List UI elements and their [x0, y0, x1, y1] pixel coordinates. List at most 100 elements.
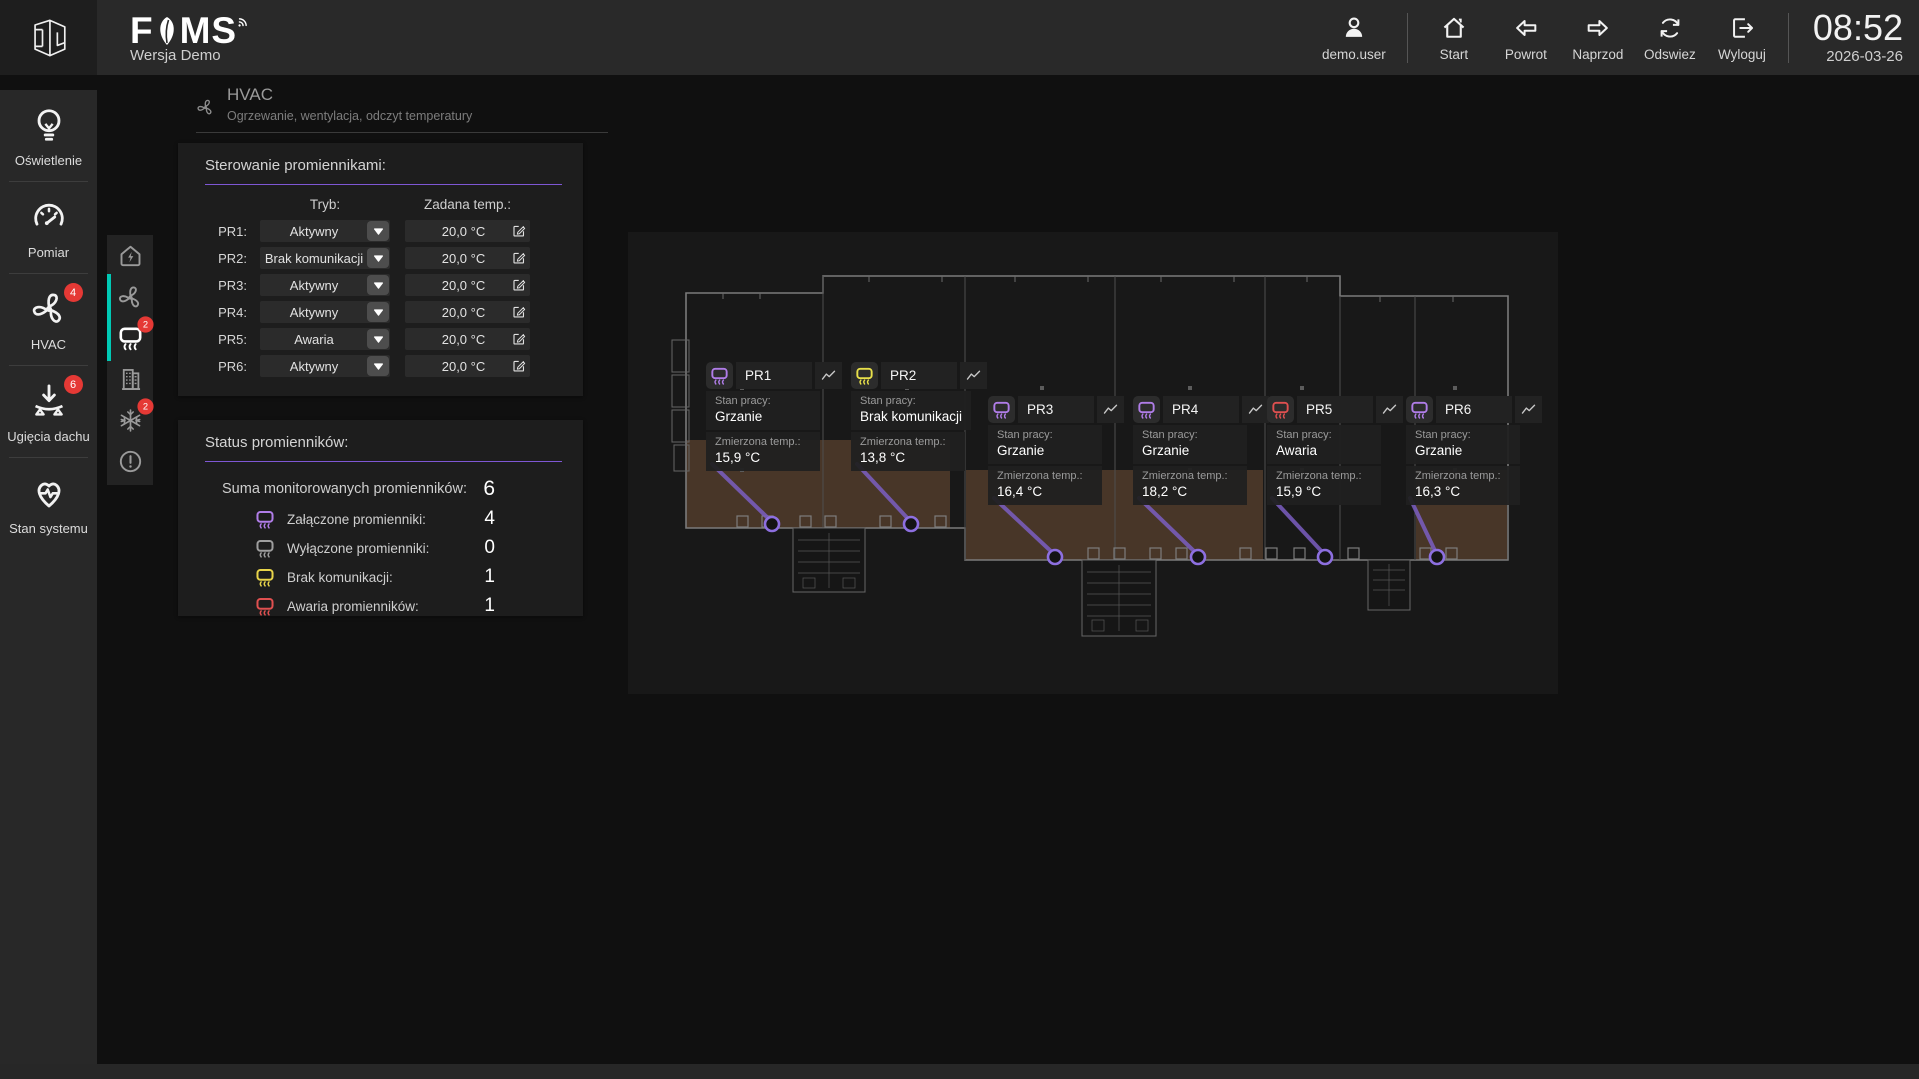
heater-icon: [254, 538, 276, 559]
temp-label: Zmierzona temp.:: [715, 436, 811, 448]
sidebar-item-oswietlenie[interactable]: Oświetlenie: [0, 90, 97, 181]
lightbulb-icon: [30, 106, 68, 144]
trend-chart-icon[interactable]: [1376, 396, 1403, 423]
edit-icon[interactable]: [508, 277, 530, 293]
nav-refresh-button[interactable]: Odswiez: [1634, 14, 1706, 62]
rail-item-building[interactable]: [107, 359, 153, 399]
arrow-left-icon: [1512, 14, 1540, 42]
mode-select-pr1[interactable]: Aktywny: [260, 220, 390, 242]
sidebar-item-hvac[interactable]: 4 HVAC: [0, 274, 97, 365]
sidebar-item-stan-systemu[interactable]: Stan systemu: [0, 458, 97, 549]
nav-start-button[interactable]: Start: [1418, 14, 1490, 62]
edit-icon[interactable]: [508, 358, 530, 374]
rail-item-cooling[interactable]: 2: [107, 400, 153, 440]
state-row: Stan pracy: Grzanie: [1133, 425, 1247, 464]
rail-item-energy[interactable]: [107, 236, 153, 276]
state-label: Stan pracy:: [1142, 429, 1238, 441]
mode-select-pr5[interactable]: Awaria: [260, 328, 390, 350]
heater-control-table: Tryb: Zadana temp.: PR1: Aktywny 20,0 °C…: [200, 197, 583, 377]
edit-icon[interactable]: [508, 223, 530, 239]
nav-logout-button[interactable]: Wyloguj: [1706, 14, 1778, 62]
panel-title-rule: [205, 461, 562, 462]
logout-icon: [1728, 14, 1756, 42]
nav-forward-button[interactable]: Naprzod: [1562, 14, 1634, 62]
sidebar-item-label: Pomiar: [28, 245, 69, 260]
chevron-down-icon[interactable]: [367, 356, 389, 376]
heater-id: PR3: [1018, 396, 1094, 423]
chevron-down-icon[interactable]: [367, 329, 389, 349]
active-section-indicator: [107, 274, 111, 361]
row-label-pr4: PR4:: [200, 305, 260, 320]
chevron-down-icon[interactable]: [367, 221, 389, 241]
state-label: Stan pracy:: [860, 395, 962, 407]
panel-title-rule: [205, 184, 562, 185]
rail-item-alarms[interactable]: [107, 441, 153, 481]
temp-row: Zmierzona temp.: 16,3 °C: [1406, 466, 1520, 505]
trend-chart-icon[interactable]: [1515, 396, 1542, 423]
user-menu[interactable]: demo.user: [1311, 14, 1397, 62]
app-logo-box[interactable]: [0, 0, 97, 75]
temp-value: 16,4 °C: [997, 484, 1093, 499]
setpoint-field-pr1[interactable]: 20,0 °C: [405, 220, 530, 242]
setpoint-field-pr2[interactable]: 20,0 °C: [405, 247, 530, 269]
setpoint-field-pr3[interactable]: 20,0 °C: [405, 274, 530, 296]
heater-control-panel: Sterowanie promiennikami: Tryb: Zadana t…: [178, 143, 583, 396]
chevron-down-icon[interactable]: [367, 275, 389, 295]
temp-value: 18,2 °C: [1142, 484, 1238, 499]
temp-value: 13,8 °C: [860, 450, 956, 465]
state-row: Stan pracy: Grzanie: [1406, 425, 1520, 464]
status-row-label: Załączone promienniki:: [287, 512, 426, 527]
temp-value: 16,3 °C: [1415, 484, 1511, 499]
heater-icon: [254, 567, 276, 588]
heater-id: PR5: [1297, 396, 1373, 423]
mode-select-pr3[interactable]: Aktywny: [260, 274, 390, 296]
sidebar-item-pomiar[interactable]: Pomiar: [0, 182, 97, 273]
rail-item-ventilation[interactable]: [107, 277, 153, 317]
mode-select-pr2[interactable]: Brak komunikacji: [260, 247, 390, 269]
brand: F MS Wersja Demo: [130, 11, 251, 64]
header-rule: [196, 132, 608, 133]
roof-deflection-icon: [30, 382, 68, 420]
edit-icon[interactable]: [508, 331, 530, 347]
row-label-pr3: PR3:: [200, 278, 260, 293]
edit-icon[interactable]: [508, 250, 530, 266]
status-total-label: Suma monitorowanych promienników:: [222, 481, 467, 497]
heater-id: PR4: [1163, 396, 1239, 423]
trend-chart-icon[interactable]: [815, 362, 842, 389]
horizontal-scrollbar[interactable]: [0, 1064, 1919, 1079]
status-row-label: Awaria promienników:: [287, 599, 419, 614]
heater-card-pr4: PR4 Stan pracy: Grzanie Zmierzona temp.:…: [1133, 396, 1269, 505]
rail-item-heaters[interactable]: 2: [107, 318, 153, 358]
trend-chart-icon[interactable]: [1242, 396, 1269, 423]
sidebar-item-ugiecia-dachu[interactable]: 6 Ugięcia dachu: [0, 366, 97, 457]
page-header: HVAC Ogrzewanie, wentylacja, odczyt temp…: [196, 85, 608, 133]
column-header-mode: Tryb:: [260, 197, 390, 215]
hvac-badge: 4: [64, 283, 83, 302]
status-total-row: Suma monitorowanych promienników: 6: [222, 477, 495, 501]
temp-row: Zmierzona temp.: 13,8 °C: [851, 432, 965, 471]
alert-circle-icon: [117, 448, 144, 475]
building-icon: [117, 366, 144, 393]
row-label-pr6: PR6:: [200, 359, 260, 374]
edit-icon[interactable]: [508, 304, 530, 320]
setpoint-field-pr5[interactable]: 20,0 °C: [405, 328, 530, 350]
nav-back-label: Powrot: [1505, 47, 1547, 62]
temp-label: Zmierzona temp.:: [860, 436, 956, 448]
heater-card-pr6: PR6 Stan pracy: Grzanie Zmierzona temp.:…: [1406, 396, 1542, 505]
chevron-down-icon[interactable]: [367, 248, 389, 268]
state-row: Stan pracy: Grzanie: [988, 425, 1102, 464]
mode-select-pr4[interactable]: Aktywny: [260, 301, 390, 323]
nav-back-button[interactable]: Powrot: [1490, 14, 1562, 62]
refresh-icon: [1656, 14, 1684, 42]
temp-row: Zmierzona temp.: 15,9 °C: [706, 432, 820, 471]
mode-select-pr6[interactable]: Aktywny: [260, 355, 390, 377]
trend-chart-icon[interactable]: [1097, 396, 1124, 423]
trend-chart-icon[interactable]: [960, 362, 987, 389]
person-icon: [1340, 14, 1368, 42]
heater-card-pr3: PR3 Stan pracy: Grzanie Zmierzona temp.:…: [988, 396, 1124, 505]
setpoint-field-pr6[interactable]: 20,0 °C: [405, 355, 530, 377]
mode-value: Aktywny: [260, 278, 366, 293]
status-row-value: 0: [484, 537, 495, 559]
setpoint-field-pr4[interactable]: 20,0 °C: [405, 301, 530, 323]
chevron-down-icon[interactable]: [367, 302, 389, 322]
